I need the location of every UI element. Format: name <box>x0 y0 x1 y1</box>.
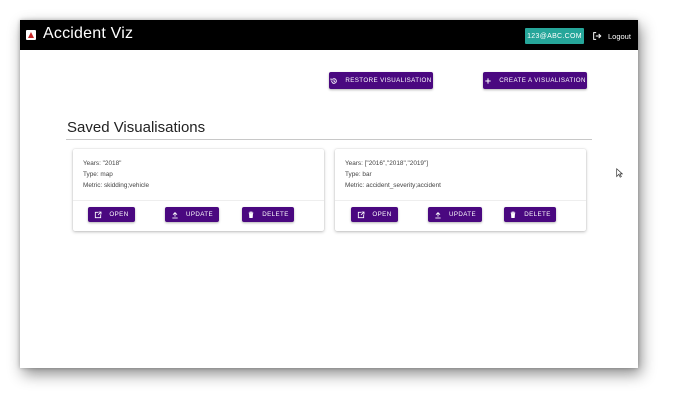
card-metric: Metric: skidding;vehicle <box>83 182 150 189</box>
update-label: UPDATE <box>448 211 477 218</box>
card-years: Years: ["2016","2018","2019"] <box>345 160 429 167</box>
delete-label: DELETE <box>524 211 551 218</box>
trash-icon <box>248 211 254 218</box>
update-button[interactable]: UPDATE <box>165 207 219 222</box>
open-label: OPEN <box>372 211 392 218</box>
update-button[interactable]: UPDATE <box>428 207 482 222</box>
delete-label: DELETE <box>262 211 289 218</box>
open-external-icon <box>95 211 102 218</box>
delete-button[interactable]: DELETE <box>242 207 294 222</box>
upload-icon <box>172 211 178 218</box>
logout-label: Logout <box>608 31 631 41</box>
open-button[interactable]: OPEN <box>351 207 398 222</box>
card-type: Type: map <box>83 171 113 178</box>
app-window: Accident Viz 123@ABC.COM Logout RESTORE … <box>20 20 638 368</box>
visualisation-card: Years: "2018" Type: map Metric: skidding… <box>73 149 324 231</box>
upload-icon <box>435 211 441 218</box>
card-metric: Metric: accident_severity;accident <box>345 182 441 189</box>
section-divider <box>66 139 592 140</box>
section-title: Saved Visualisations <box>67 119 206 136</box>
delete-button[interactable]: DELETE <box>504 207 556 222</box>
open-button[interactable]: OPEN <box>88 207 135 222</box>
history-icon <box>330 77 338 84</box>
card-type: Type: bar <box>345 171 372 178</box>
open-label: OPEN <box>109 211 129 218</box>
create-visualisation-label: CREATE A VISUALISATION <box>499 77 586 84</box>
trash-icon <box>510 211 516 218</box>
app-logo-icon <box>26 30 36 40</box>
update-label: UPDATE <box>185 211 214 218</box>
mouse-pointer-icon <box>616 168 623 178</box>
card-divider <box>335 200 586 201</box>
card-info: Years: ["2016","2018","2019"] Type: bar … <box>345 158 441 191</box>
create-visualisation-button[interactable]: CREATE A VISUALISATION <box>483 72 587 89</box>
user-email-chip[interactable]: 123@ABC.COM <box>525 28 584 44</box>
app-bar: Accident Viz 123@ABC.COM Logout <box>20 20 638 50</box>
restore-visualisation-label: RESTORE VISUALISATION <box>345 77 432 84</box>
restore-visualisation-button[interactable]: RESTORE VISUALISATION <box>329 72 433 89</box>
logout-button[interactable]: Logout <box>592 29 631 43</box>
card-divider <box>73 200 324 201</box>
visualisation-card: Years: ["2016","2018","2019"] Type: bar … <box>335 149 586 231</box>
app-title: Accident Viz <box>43 25 134 42</box>
plus-icon <box>485 77 491 84</box>
card-info: Years: "2018" Type: map Metric: skidding… <box>83 158 149 191</box>
card-years: Years: "2018" <box>83 160 122 167</box>
open-external-icon <box>358 211 365 218</box>
logout-icon <box>593 32 602 40</box>
